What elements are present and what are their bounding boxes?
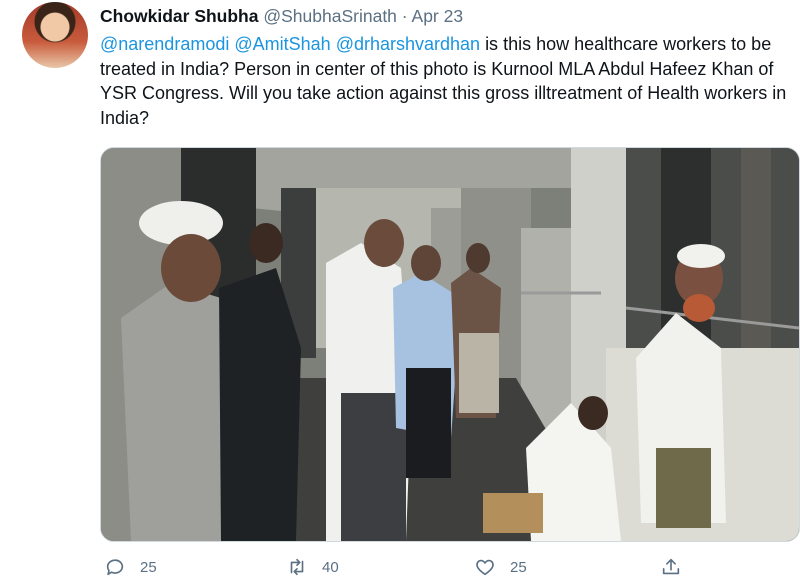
reply-count: 25	[140, 558, 157, 576]
mention-drharshvardhan[interactable]: @drharshvardhan	[336, 34, 480, 54]
tweet-date[interactable]: Apr 23	[412, 6, 464, 26]
author-name[interactable]: Chowkidar Shubha	[100, 6, 258, 26]
mention-narendramodi[interactable]: @narendramodi	[100, 34, 229, 54]
reply-button[interactable]: 25	[104, 552, 157, 582]
tweet-header: Chowkidar Shubha @ShubhaSrinath · Apr 23	[100, 4, 463, 28]
like-count: 25	[510, 558, 527, 576]
tweet-photo[interactable]	[100, 147, 800, 542]
reply-icon	[106, 559, 124, 576]
tweet-text: @narendramodi @AmitShah @drharshvardhan …	[100, 32, 790, 130]
separator-dot: ·	[401, 6, 408, 26]
retweet-count: 40	[322, 558, 339, 576]
retweet-button[interactable]: 40	[286, 552, 339, 582]
like-button[interactable]: 25	[474, 552, 527, 582]
author-avatar[interactable]	[22, 2, 88, 68]
mention-amitshah[interactable]: @AmitShah	[234, 34, 330, 54]
author-handle[interactable]: @ShubhaSrinath	[263, 6, 397, 26]
share-icon	[662, 558, 680, 575]
like-icon	[476, 559, 494, 576]
retweet-icon	[290, 558, 304, 576]
action-bar: 25 40 25	[100, 552, 800, 582]
share-button[interactable]	[660, 552, 696, 582]
